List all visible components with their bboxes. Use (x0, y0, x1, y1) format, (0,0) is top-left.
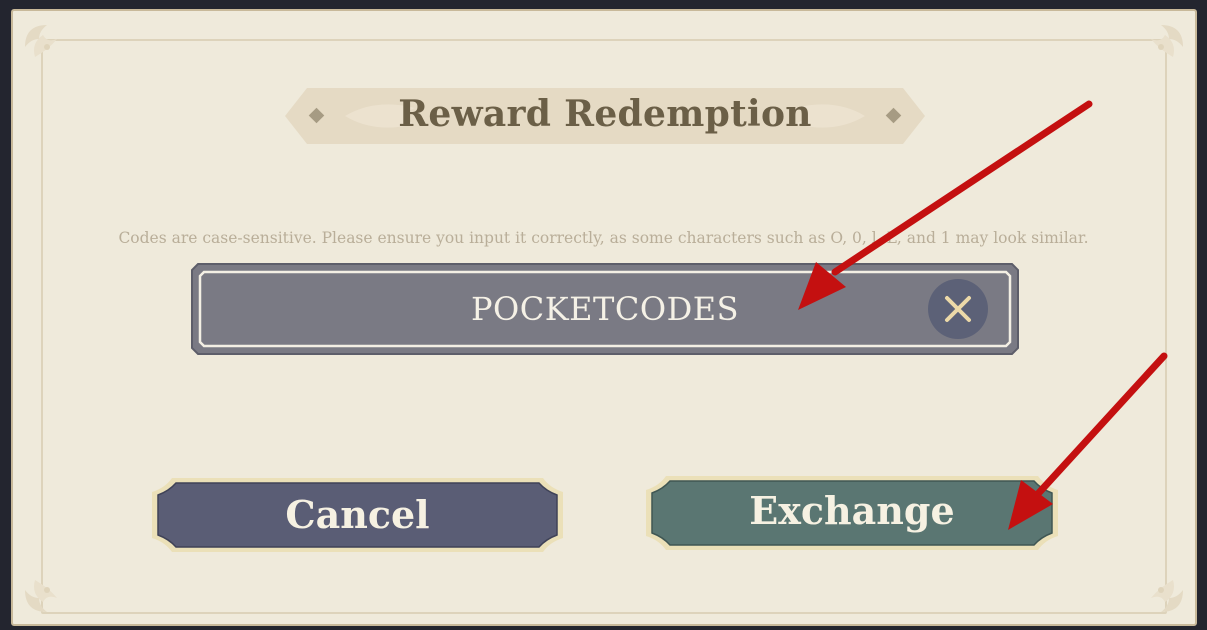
clear-input-button[interactable] (928, 279, 988, 339)
corner-ornament-icon (25, 580, 57, 612)
exchange-button[interactable]: Exchange (644, 474, 1060, 552)
redemption-code-input[interactable]: POCKETCODES (190, 262, 1020, 356)
corner-ornament-icon (25, 25, 57, 57)
case-sensitivity-hint: Codes are case-sensitive. Please ensure … (118, 229, 1089, 247)
code-input-value: POCKETCODES (470, 290, 739, 328)
close-x-icon (945, 296, 971, 322)
game-screen: Reward Redemption Codes are case-sensiti… (0, 0, 1207, 630)
title-banner: Reward Redemption (285, 86, 925, 146)
cancel-button[interactable]: Cancel (150, 476, 565, 554)
corner-ornament-icon (1151, 580, 1183, 612)
exchange-button-label: Exchange (749, 488, 955, 533)
corner-ornament-icon (1151, 25, 1183, 57)
cancel-button-label: Cancel (285, 492, 430, 537)
dialog-title: Reward Redemption (398, 93, 812, 135)
